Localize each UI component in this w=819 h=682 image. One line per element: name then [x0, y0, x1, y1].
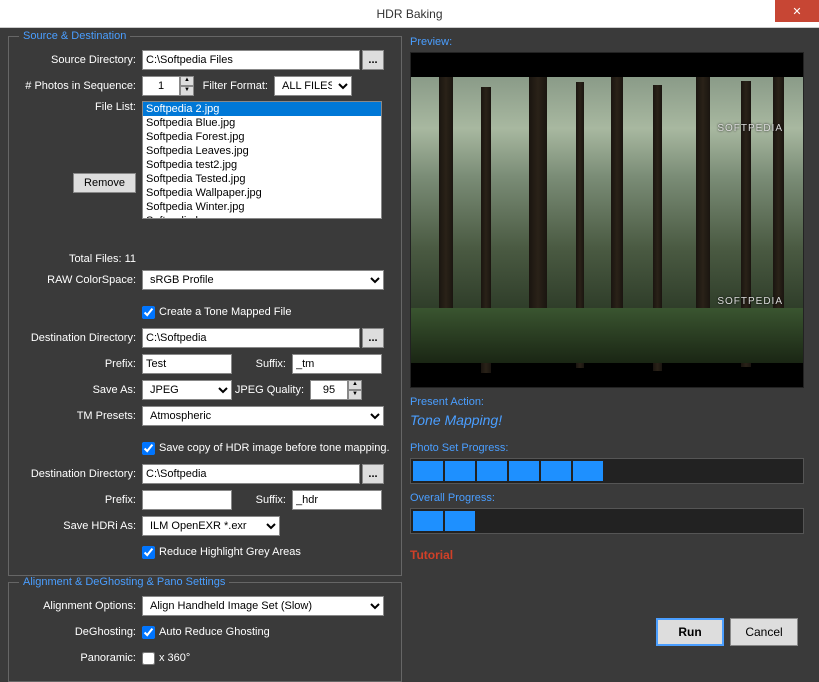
- suffix-label: Suffix:: [232, 358, 292, 370]
- jpeg-q-spinner[interactable]: ▲ ▼: [310, 380, 362, 400]
- source-destination-group: Source & Destination Source Directory: .…: [8, 36, 402, 576]
- create-tm-label: Create a Tone Mapped File: [159, 306, 292, 318]
- prefix2-label: Prefix:: [17, 494, 142, 506]
- spinner-down-icon[interactable]: ▼: [180, 86, 194, 96]
- save-hdri-label: Save HDRi As:: [17, 520, 142, 532]
- reduce-hl-label: Reduce Highlight Grey Areas: [159, 546, 301, 558]
- raw-colorspace-label: RAW ColorSpace:: [17, 274, 142, 286]
- pano-checkbox[interactable]: [142, 652, 155, 665]
- watermark: SOFTPEDIA: [717, 123, 783, 134]
- overall-progress-label: Overall Progress:: [410, 492, 808, 504]
- group-title-align: Alignment & DeGhosting & Pano Settings: [19, 576, 229, 588]
- browse-dest-button[interactable]: ...: [362, 328, 384, 348]
- list-item[interactable]: Softpedia Winter.jpg: [143, 200, 381, 214]
- pano-cb-label: x 360°: [159, 652, 190, 664]
- close-button[interactable]: ✕: [775, 0, 819, 22]
- run-button[interactable]: Run: [656, 618, 724, 646]
- dest-dir-label: Destination Directory:: [17, 332, 142, 344]
- spinner-up-icon[interactable]: ▲: [180, 76, 194, 86]
- preview-label: Preview:: [410, 36, 808, 48]
- save-as-select[interactable]: JPEG: [142, 380, 232, 400]
- spinner-down-icon[interactable]: ▼: [348, 390, 362, 400]
- align-options-select[interactable]: Align Handheld Image Set (Slow): [142, 596, 384, 616]
- list-item[interactable]: Softpedia test2.jpg: [143, 158, 381, 172]
- suffix-input[interactable]: [292, 354, 382, 374]
- photo-progress-label: Photo Set Progress:: [410, 442, 808, 454]
- dest-dir2-input[interactable]: [142, 464, 360, 484]
- photos-seq-spinner[interactable]: ▲ ▼: [142, 76, 194, 96]
- remove-button[interactable]: Remove: [73, 173, 136, 193]
- list-item[interactable]: Softpedia Tested.jpg: [143, 172, 381, 186]
- group-title-source: Source & Destination: [19, 30, 130, 42]
- source-dir-label: Source Directory:: [17, 54, 142, 66]
- deghost-label: DeGhosting:: [17, 626, 142, 638]
- source-dir-input[interactable]: [142, 50, 360, 70]
- deghost-checkbox[interactable]: [142, 626, 155, 639]
- photo-progress-bar: [410, 458, 804, 484]
- watermark: SOFTPEDIA: [717, 296, 783, 307]
- deghost-cb-label: Auto Reduce Ghosting: [159, 626, 270, 638]
- photos-seq-input[interactable]: [142, 76, 180, 96]
- tutorial-link[interactable]: Tutorial: [410, 548, 808, 562]
- list-item[interactable]: Softpedia Leaves.jpg: [143, 144, 381, 158]
- present-action-label: Present Action:: [410, 396, 808, 408]
- titlebar: HDR Baking ✕: [0, 0, 819, 28]
- pano-label: Panoramic:: [17, 652, 142, 664]
- save-copy-checkbox[interactable]: [142, 442, 155, 455]
- preview-image: SOFTPEDIA SOFTPEDIA: [410, 52, 804, 388]
- list-item[interactable]: Softpedia Forest.jpg: [143, 130, 381, 144]
- close-icon: ✕: [792, 5, 801, 18]
- spinner-up-icon[interactable]: ▲: [348, 380, 362, 390]
- filter-format-select[interactable]: ALL FILES: [274, 76, 352, 96]
- prefix-label: Prefix:: [17, 358, 142, 370]
- align-options-label: Alignment Options:: [17, 600, 142, 612]
- browse-dest2-button[interactable]: ...: [362, 464, 384, 484]
- window-title: HDR Baking: [376, 7, 442, 21]
- cancel-button[interactable]: Cancel: [730, 618, 798, 646]
- reduce-hl-checkbox[interactable]: [142, 546, 155, 559]
- browse-source-button[interactable]: ...: [362, 50, 384, 70]
- tm-presets-label: TM Presets:: [17, 410, 142, 422]
- present-action-text: Tone Mapping!: [410, 412, 808, 428]
- total-files-label: Total Files: 11: [69, 253, 136, 265]
- tm-presets-select[interactable]: Atmospheric: [142, 406, 384, 426]
- file-list[interactable]: Softpedia 2.jpg Softpedia Blue.jpg Softp…: [142, 101, 382, 219]
- file-list-label: File List:: [95, 101, 136, 113]
- suffix2-input[interactable]: [292, 490, 382, 510]
- photos-seq-label: # Photos in Sequence:: [17, 80, 142, 92]
- create-tm-checkbox[interactable]: [142, 306, 155, 319]
- prefix2-input[interactable]: [142, 490, 232, 510]
- jpeg-q-label: JPEG Quality:: [232, 384, 310, 396]
- list-item[interactable]: Softpedia Blue.jpg: [143, 116, 381, 130]
- save-copy-label: Save copy of HDR image before tone mappi…: [159, 442, 390, 454]
- list-item[interactable]: Softpedia Wallpaper.jpg: [143, 186, 381, 200]
- suffix2-label: Suffix:: [232, 494, 292, 506]
- list-item[interactable]: Softpedia.bmp: [143, 214, 381, 219]
- dest-dir-input[interactable]: [142, 328, 360, 348]
- list-item[interactable]: Softpedia 2.jpg: [143, 102, 381, 116]
- jpeg-q-input[interactable]: [310, 380, 348, 400]
- save-as-label: Save As:: [17, 384, 142, 396]
- raw-colorspace-select[interactable]: sRGB Profile: [142, 270, 384, 290]
- alignment-group: Alignment & DeGhosting & Pano Settings A…: [8, 582, 402, 682]
- overall-progress-bar: [410, 508, 804, 534]
- prefix-input[interactable]: [142, 354, 232, 374]
- save-hdri-select[interactable]: ILM OpenEXR *.exr: [142, 516, 280, 536]
- filter-format-label: Filter Format:: [194, 80, 274, 92]
- dest-dir2-label: Destination Directory:: [17, 468, 142, 480]
